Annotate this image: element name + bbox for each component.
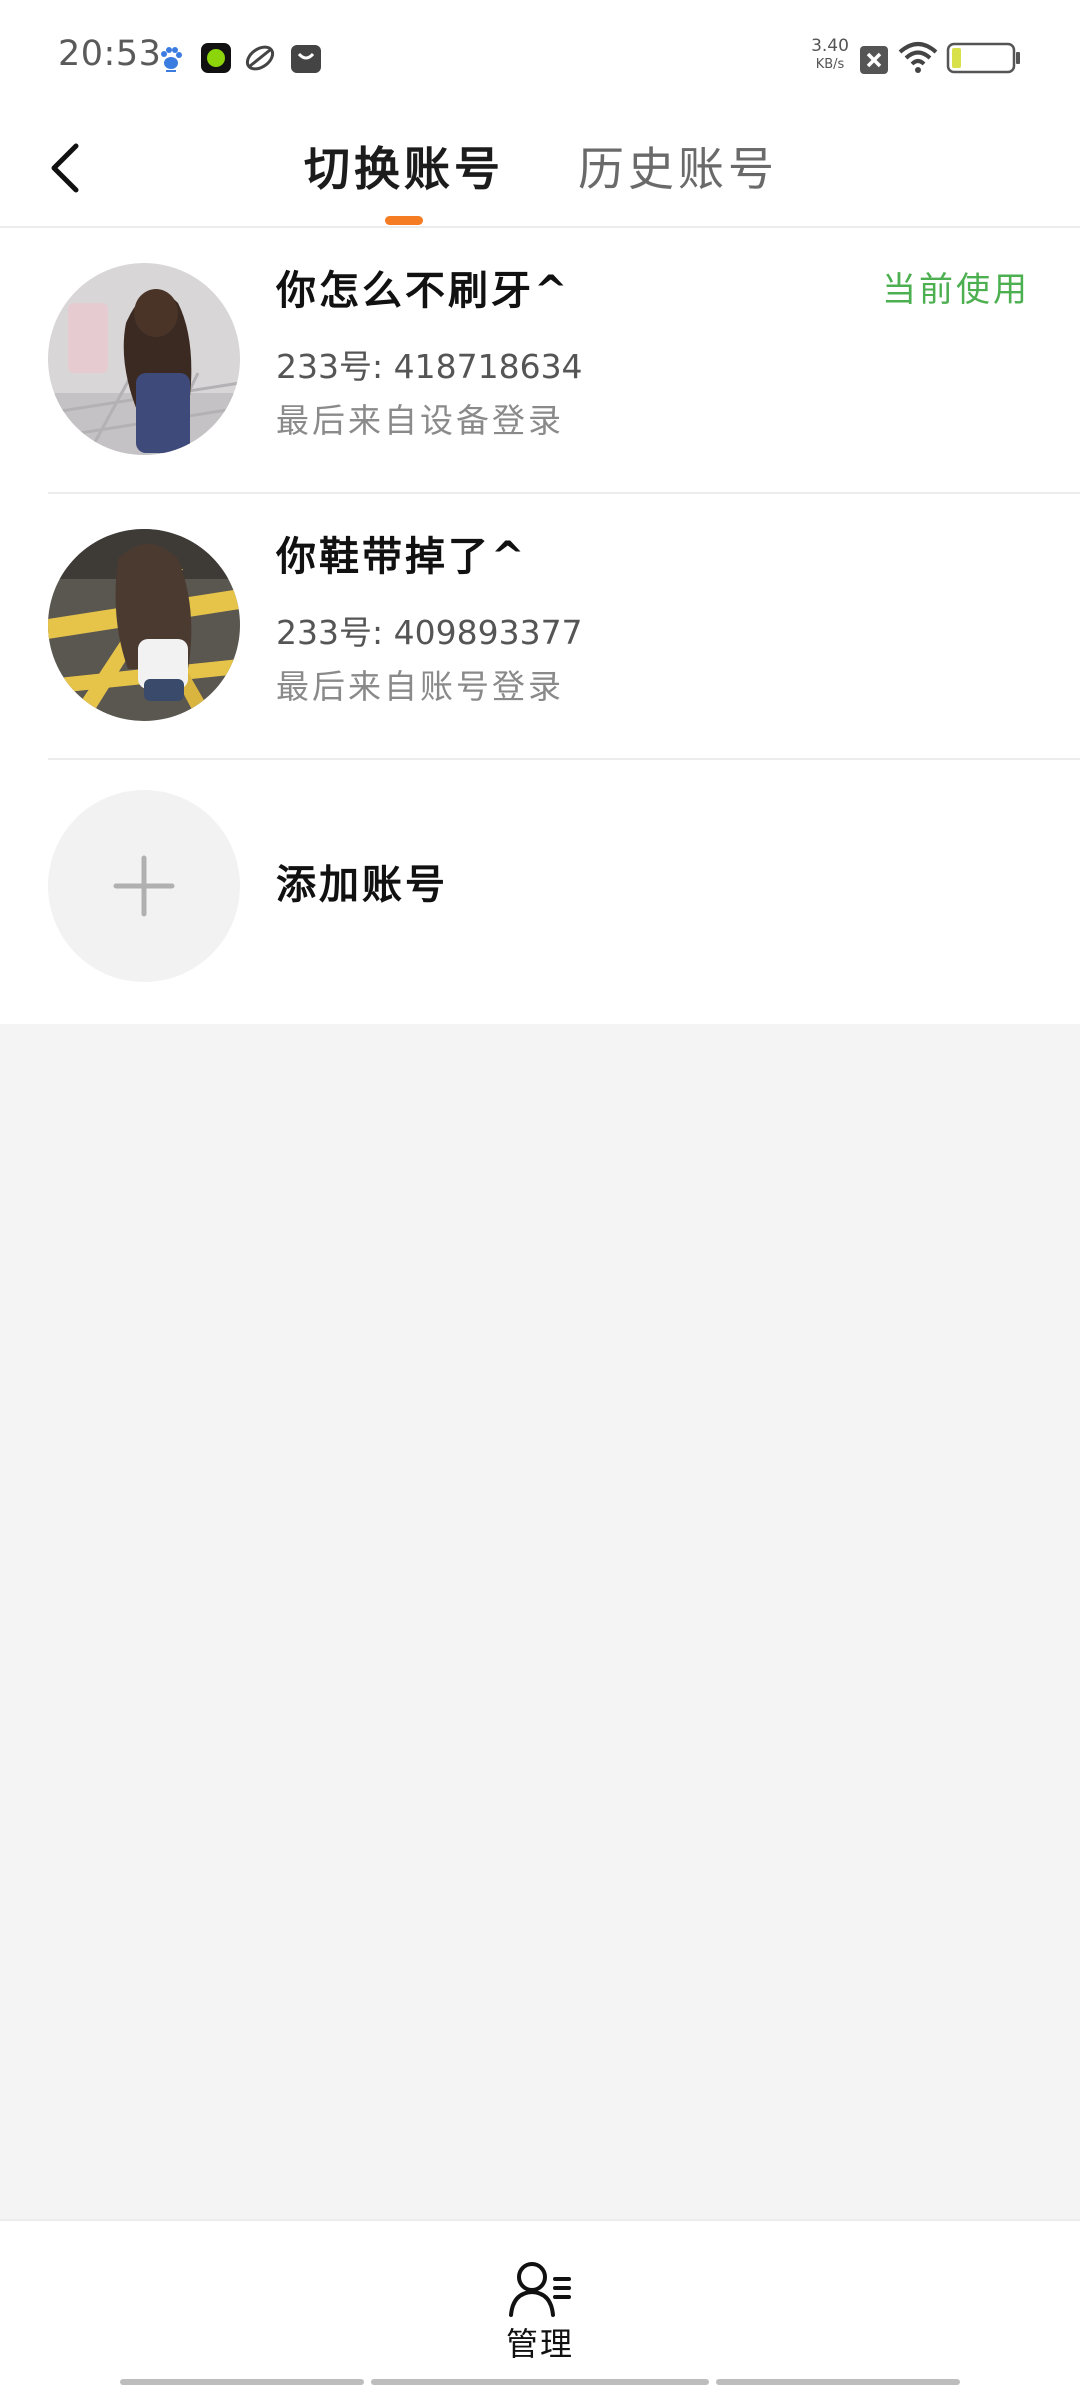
wifi-icon <box>898 42 938 73</box>
plus-icon <box>113 855 175 917</box>
account-last-login: 最后来自账号登录 <box>276 667 564 706</box>
add-account-label: 添加账号 <box>276 862 448 908</box>
net-speed-value: 3.40 <box>811 36 849 56</box>
tab-history-account[interactable]: 历史账号 <box>578 124 778 214</box>
account-id: 233号: 418718634 <box>276 347 583 386</box>
chevron-left-icon <box>51 143 79 193</box>
green-app-icon <box>201 43 231 73</box>
account-id: 233号: 409893377 <box>276 613 583 652</box>
add-account-row[interactable]: 添加账号 <box>0 760 1080 1026</box>
user-list-icon <box>509 2262 571 2317</box>
manage-button[interactable]: 管理 <box>480 2259 600 2369</box>
account-name: 你鞋带掉了^ <box>276 534 528 580</box>
manage-label: 管理 <box>505 2325 574 2363</box>
status-bar: 20:53 3.40 KB/s <box>0 0 1080 112</box>
account-row[interactable]: 你鞋带掉了^ 233号: 409893377 最后来自账号登录 <box>0 494 1080 760</box>
net-speed-unit: KB/s <box>815 57 845 72</box>
current-use-badge: 当前使用 <box>882 270 1030 310</box>
account-row-current[interactable]: 你怎么不刷牙^ 当前使用 233号: 418718634 最后来自设备登录 <box>0 228 1080 494</box>
leaf-app-icon <box>245 45 275 71</box>
gesture-bar-right <box>716 2379 960 2385</box>
shopping-bag-icon <box>291 45 321 73</box>
avatar-photo-girl-icon <box>48 529 240 721</box>
close-box-icon <box>860 46 888 74</box>
account-list: 你怎么不刷牙^ 当前使用 233号: 418718634 最后来自设备登录 你鞋… <box>0 228 1080 1024</box>
account-switch-screen: 20:53 3.40 KB/s 切换账号 历史账号 你怎么不刷牙^ 当前使用 2… <box>0 0 1080 2388</box>
account-name: 你怎么不刷牙^ <box>276 268 571 314</box>
baidu-paw-icon <box>161 47 182 72</box>
status-time: 20:53 <box>58 34 162 74</box>
avatar <box>48 263 240 455</box>
active-tab-indicator <box>385 216 423 225</box>
battery-icon <box>946 42 1020 74</box>
add-account-button[interactable] <box>48 790 240 982</box>
back-button[interactable] <box>48 126 98 210</box>
account-last-login: 最后来自设备登录 <box>276 401 564 440</box>
header: 切换账号 历史账号 <box>0 112 1080 228</box>
gesture-bar-left <box>120 2379 364 2385</box>
avatar-photo-girl-icon <box>48 263 240 455</box>
bottom-bar: 管理 <box>0 2219 1080 2388</box>
avatar <box>48 529 240 721</box>
net-speed: 3.40 KB/s <box>808 36 852 72</box>
gesture-bar-center <box>371 2379 709 2385</box>
tab-switch-account[interactable]: 切换账号 <box>304 124 504 214</box>
